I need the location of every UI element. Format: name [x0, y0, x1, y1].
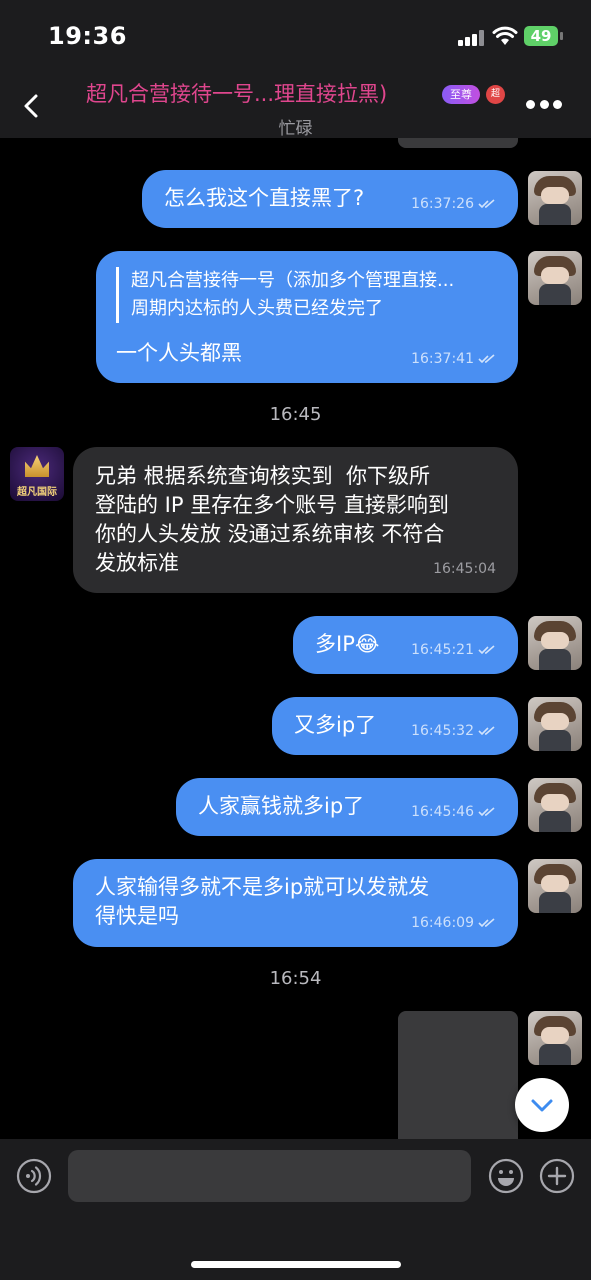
supreme-badge: 至尊 — [442, 85, 480, 104]
message-bubble[interactable]: 多IP😂 16:45:21 — [293, 616, 518, 674]
message-time: 16:46:09 — [411, 915, 474, 931]
time-divider: 16:45 — [269, 404, 322, 425]
avatar[interactable] — [528, 171, 582, 225]
message-meta: 16:45:21 — [411, 636, 496, 665]
double-check-icon — [478, 354, 495, 364]
message-bubble[interactable]: 又多ip了 16:45:32 — [272, 697, 518, 755]
avatar[interactable] — [528, 778, 582, 832]
message-input[interactable] — [68, 1150, 471, 1202]
plus-icon[interactable] — [538, 1157, 576, 1195]
scroll-down-button[interactable] — [515, 1078, 569, 1132]
message-time: 16:45:32 — [411, 723, 474, 739]
message-meta: 16:45:32 — [411, 717, 496, 746]
reply-author: 超凡合营接待一号（添加多个管理直接... — [131, 270, 455, 291]
message-time: 16:37:41 — [411, 351, 474, 367]
message-time: 16:45:04 — [433, 561, 496, 577]
status-bar: 19:36 49 — [0, 0, 591, 70]
double-check-icon — [478, 726, 495, 736]
wifi-icon — [492, 26, 518, 45]
avatar[interactable] — [528, 1011, 582, 1065]
message-bubble[interactable]: 兄弟 根据系统查询核实到 你下级所 登陆的 IP 里存在多个账号 直接影响到 你… — [73, 447, 518, 593]
reply-quote[interactable]: 超凡合营接待一号（添加多个管理直接... 周期内达标的人头费已经发完了 — [116, 267, 487, 323]
media-placeholder[interactable] — [398, 1011, 518, 1139]
double-check-icon — [478, 807, 495, 817]
avatar[interactable] — [528, 251, 582, 305]
message-time: 16:37:26 — [411, 196, 474, 212]
message-text: 一个人头都黑 — [116, 341, 242, 365]
message-text: 怎么我这个直接黑了? — [164, 186, 365, 210]
avatar[interactable] — [528, 616, 582, 670]
message-text: 人家赢钱就多ip了 — [198, 794, 365, 818]
message-meta: 16:37:41 — [411, 345, 496, 374]
previous-media-edge[interactable] — [398, 138, 518, 148]
chat-title[interactable]: 超凡合营接待一号...理直接拉黑) — [86, 78, 438, 108]
message-text: 多IP😂 — [315, 632, 380, 656]
voice-icon[interactable] — [15, 1157, 53, 1195]
time-divider: 16:54 — [269, 968, 322, 989]
reply-text: 周期内达标的人头费已经发完了 — [131, 298, 383, 319]
avatar-logo-text: 超凡国际 — [17, 487, 57, 498]
message-time: 16:45:21 — [411, 642, 474, 658]
double-check-icon — [478, 645, 495, 655]
message-bubble[interactable]: 怎么我这个直接黑了? 16:37:26 — [142, 170, 518, 228]
chevron-down-icon — [531, 1099, 553, 1112]
message-meta: 16:37:26 — [411, 190, 496, 219]
cellular-signal-icon — [458, 30, 484, 46]
composer-bar — [0, 1139, 591, 1280]
more-dots-icon[interactable] — [526, 100, 562, 110]
message-meta: 16:45:04 — [433, 555, 496, 584]
message-text: 人家输得多就不是多ip就可以发就发 得快是吗 — [95, 875, 430, 928]
message-text: 又多ip了 — [294, 713, 377, 737]
crown-logo-icon — [25, 455, 49, 477]
avatar[interactable] — [528, 697, 582, 751]
message-meta: 16:46:09 — [411, 909, 496, 938]
message-bubble[interactable]: 人家输得多就不是多ip就可以发就发 得快是吗 16:46:09 — [73, 859, 518, 947]
message-time: 16:45:46 — [411, 804, 474, 820]
message-text: 兄弟 根据系统查询核实到 你下级所 登陆的 IP 里存在多个账号 直接影响到 你… — [95, 464, 449, 575]
emoji-icon[interactable] — [487, 1157, 525, 1195]
status-time: 19:36 — [48, 22, 127, 50]
avatar[interactable] — [528, 859, 582, 913]
chat-status: 忙碌 — [278, 119, 313, 139]
message-meta: 16:45:46 — [411, 798, 496, 827]
admin-badge: 超 — [486, 85, 505, 104]
double-check-icon — [478, 199, 495, 209]
chat-header: 超凡合营接待一号...理直接拉黑) 至尊 超 忙碌 — [0, 70, 591, 139]
double-check-icon — [478, 918, 495, 928]
bot-avatar[interactable]: 超凡国际 — [10, 447, 64, 501]
battery-cap — [560, 32, 563, 40]
battery-icon: 49 — [524, 26, 558, 46]
message-bubble[interactable]: 超凡合营接待一号（添加多个管理直接... 周期内达标的人头费已经发完了 一个人头… — [96, 251, 518, 383]
message-bubble[interactable]: 人家赢钱就多ip了 16:45:46 — [176, 778, 518, 836]
home-indicator[interactable] — [191, 1261, 401, 1268]
